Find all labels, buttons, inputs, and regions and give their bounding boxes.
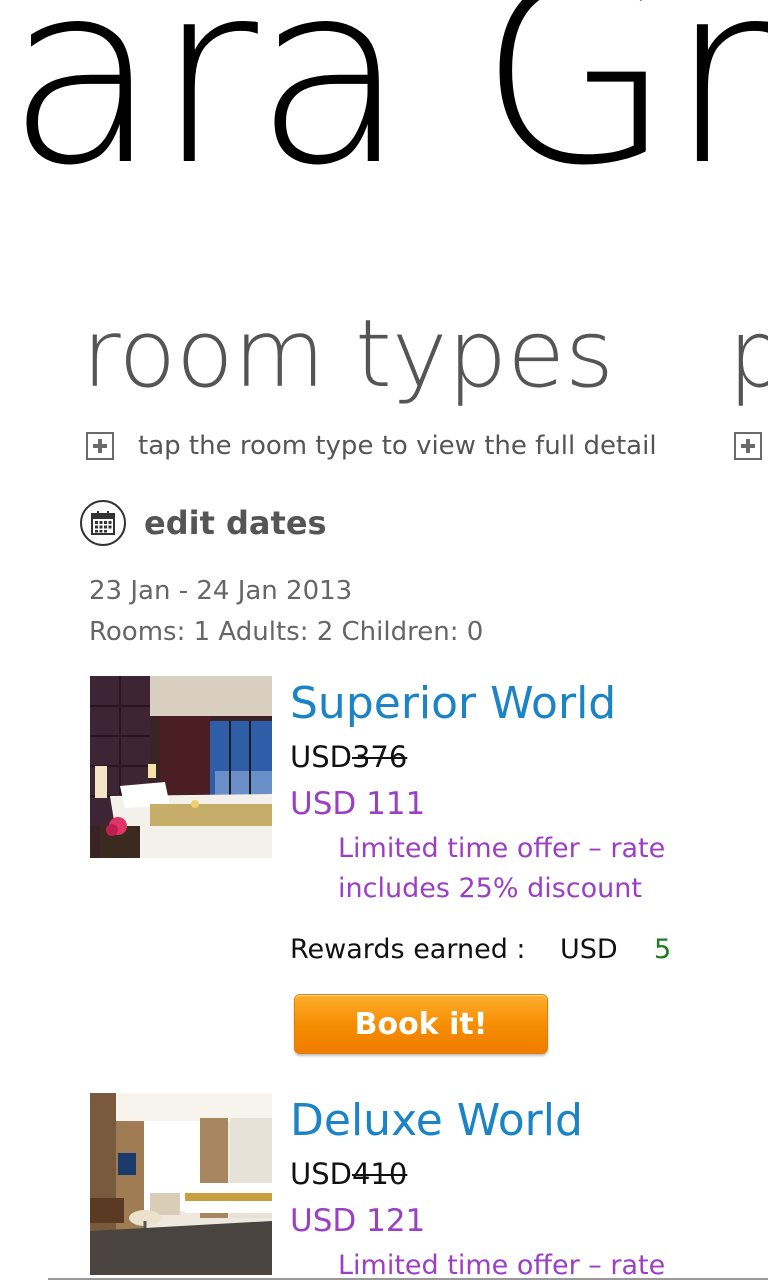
original-price-currency: USD <box>290 740 352 774</box>
rewards-row: Rewards earned : USD 5 <box>290 934 690 965</box>
panorama-title: ara Gra <box>6 0 768 220</box>
stay-dates: 23 Jan - 24 Jan 2013 <box>89 576 353 606</box>
room-photo-deluxe[interactable] <box>90 1093 272 1275</box>
calendar-icon <box>80 500 126 546</box>
room-name-link[interactable]: Superior World <box>290 678 616 729</box>
rewards-currency: USD <box>560 934 618 965</box>
original-price: USD410 <box>290 1157 407 1191</box>
original-price-value: 376 <box>351 740 408 774</box>
offer-text: Limited time offer – rate includes 25% d… <box>338 833 666 904</box>
hint-text: tap the room type to view the full detai… <box>138 431 657 461</box>
rewards-label: Rewards earned : <box>290 934 526 965</box>
hint-row: tap the room type to view the full detai… <box>86 428 657 464</box>
edit-dates-label: edit dates <box>144 504 327 542</box>
next-section-title-peek[interactable]: p <box>728 300 768 410</box>
section-title: room types <box>82 300 615 409</box>
plus-box-icon <box>86 432 114 460</box>
stay-guests: Rooms: 1 Adults: 2 Children: 0 <box>89 617 484 647</box>
plus-box-icon <box>734 432 762 460</box>
room-photo-superior[interactable] <box>90 676 272 858</box>
original-price: USD376 <box>290 740 407 774</box>
discounted-price: USD 111 <box>290 786 426 822</box>
discounted-price: USD 121 <box>290 1203 426 1239</box>
original-price-currency: USD <box>290 1157 352 1191</box>
rewards-amount: 5 <box>654 934 672 965</box>
book-it-button[interactable]: Book it! <box>294 994 548 1054</box>
room-name-link[interactable]: Deluxe World <box>290 1095 583 1146</box>
edit-dates-button[interactable]: edit dates <box>80 500 327 546</box>
room-types-page: ara Gra room types p tap the room type t… <box>0 0 768 1280</box>
offer-text: Limited time offer – rate <box>338 1250 666 1280</box>
original-price-value: 410 <box>351 1157 408 1191</box>
